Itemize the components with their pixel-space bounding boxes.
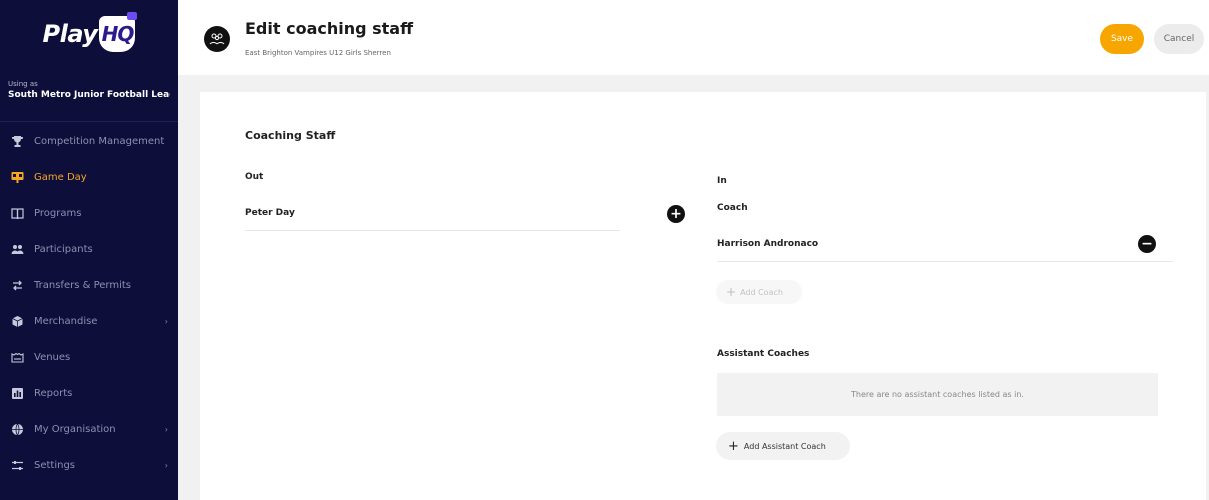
sidebar-item-participants[interactable]: Participants bbox=[0, 231, 178, 267]
sidebar-item-label: My Organisation bbox=[34, 423, 116, 435]
playhq-logo[interactable]: Play HQ bbox=[0, 0, 178, 68]
sidebar-item-merchandise[interactable]: Merchandise › bbox=[0, 303, 178, 339]
chevron-right-icon: › bbox=[164, 316, 168, 326]
in-column-label: In bbox=[717, 176, 727, 186]
assistant-coaches-label: Assistant Coaches bbox=[717, 349, 810, 359]
org-name: South Metro Junior Football Leagu bbox=[8, 90, 170, 100]
globe-icon bbox=[10, 422, 24, 436]
add-assistant-coach-button[interactable]: + Add Assistant Coach bbox=[716, 432, 850, 460]
transfer-arrows-icon bbox=[10, 278, 24, 292]
team-staff-icon bbox=[204, 26, 230, 52]
chevron-right-icon: › bbox=[164, 460, 168, 470]
page-header: Edit coaching staff East Brighton Vampir… bbox=[178, 0, 1209, 75]
out-person-name: Peter Day bbox=[245, 208, 295, 218]
add-assistant-label: Add Assistant Coach bbox=[743, 441, 826, 451]
sidebar-item-programs[interactable]: Programs bbox=[0, 195, 178, 231]
scoreboard-icon bbox=[10, 170, 24, 184]
plus-icon: + bbox=[726, 285, 737, 299]
plus-icon: + bbox=[670, 206, 682, 222]
out-column-label: Out bbox=[245, 172, 264, 182]
coach-name: Harrison Andronaco bbox=[717, 239, 819, 249]
plus-icon: + bbox=[728, 438, 739, 454]
sidebar: Play HQ Using as South Metro Junior Foot… bbox=[0, 0, 178, 500]
trophy-icon bbox=[10, 134, 24, 148]
sidebar-item-label: Reports bbox=[34, 387, 73, 399]
assistant-empty-state: There are no assistant coaches listed as… bbox=[717, 373, 1158, 416]
minus-icon: − bbox=[1141, 236, 1153, 252]
sidebar-item-label: Game Day bbox=[34, 171, 87, 183]
add-coach-button[interactable]: + Add Coach bbox=[716, 280, 802, 304]
sidebar-item-label: Participants bbox=[34, 243, 93, 255]
add-coach-label: Add Coach bbox=[740, 287, 783, 297]
sidebar-item-label: Merchandise bbox=[34, 315, 98, 327]
logo-play-text: Play bbox=[42, 20, 98, 48]
sidebar-nav: Competition Management Game Day Programs… bbox=[0, 123, 178, 483]
chevron-right-icon: › bbox=[164, 424, 168, 434]
logo-hq-badge: HQ bbox=[99, 12, 138, 52]
logo-hq-text: HQ bbox=[101, 22, 135, 46]
coaching-staff-card: Coaching Staff Out Peter Day + In Coach … bbox=[200, 92, 1206, 500]
coach-label: Coach bbox=[717, 203, 748, 213]
org-using-label: Using as bbox=[8, 80, 38, 88]
sliders-icon bbox=[10, 458, 24, 472]
sidebar-item-label: Transfers & Permits bbox=[34, 279, 131, 291]
merchandise-icon bbox=[10, 314, 24, 328]
sidebar-item-label: Competition Management bbox=[34, 135, 165, 147]
save-button[interactable]: Save bbox=[1100, 24, 1144, 54]
sidebar-item-reports[interactable]: Reports bbox=[0, 375, 178, 411]
list-item: Harrison Andronaco bbox=[717, 229, 1173, 262]
sidebar-item-transfers-permits[interactable]: Transfers & Permits bbox=[0, 267, 178, 303]
org-switcher[interactable]: Using as South Metro Junior Football Lea… bbox=[0, 76, 178, 122]
org-name-row: South Metro Junior Football Leagu ⌄ bbox=[8, 90, 170, 100]
sidebar-item-venues[interactable]: Venues bbox=[0, 339, 178, 375]
stadium-icon bbox=[10, 350, 24, 364]
cancel-button[interactable]: Cancel bbox=[1154, 24, 1204, 54]
remove-coach-button[interactable]: − bbox=[1138, 235, 1156, 253]
sidebar-item-label: Settings bbox=[34, 459, 76, 471]
sidebar-item-settings[interactable]: Settings › bbox=[0, 447, 178, 483]
page-title: Edit coaching staff bbox=[245, 19, 414, 38]
sidebar-item-label: Venues bbox=[34, 351, 71, 363]
sidebar-item-my-organisation[interactable]: My Organisation › bbox=[0, 411, 178, 447]
sidebar-item-label: Programs bbox=[34, 207, 82, 219]
sidebar-item-competition-management[interactable]: Competition Management bbox=[0, 123, 178, 159]
add-to-in-button[interactable]: + bbox=[667, 205, 685, 223]
list-item: Peter Day bbox=[245, 199, 620, 231]
people-icon bbox=[10, 242, 24, 256]
sidebar-item-game-day[interactable]: Game Day bbox=[0, 159, 178, 195]
book-icon bbox=[10, 206, 24, 220]
page-subtitle: East Brighton Vampires U12 Girls Sherren bbox=[245, 49, 391, 57]
section-title: Coaching Staff bbox=[245, 129, 336, 142]
chart-icon bbox=[10, 386, 24, 400]
empty-state-text: There are no assistant coaches listed as… bbox=[851, 390, 1024, 399]
